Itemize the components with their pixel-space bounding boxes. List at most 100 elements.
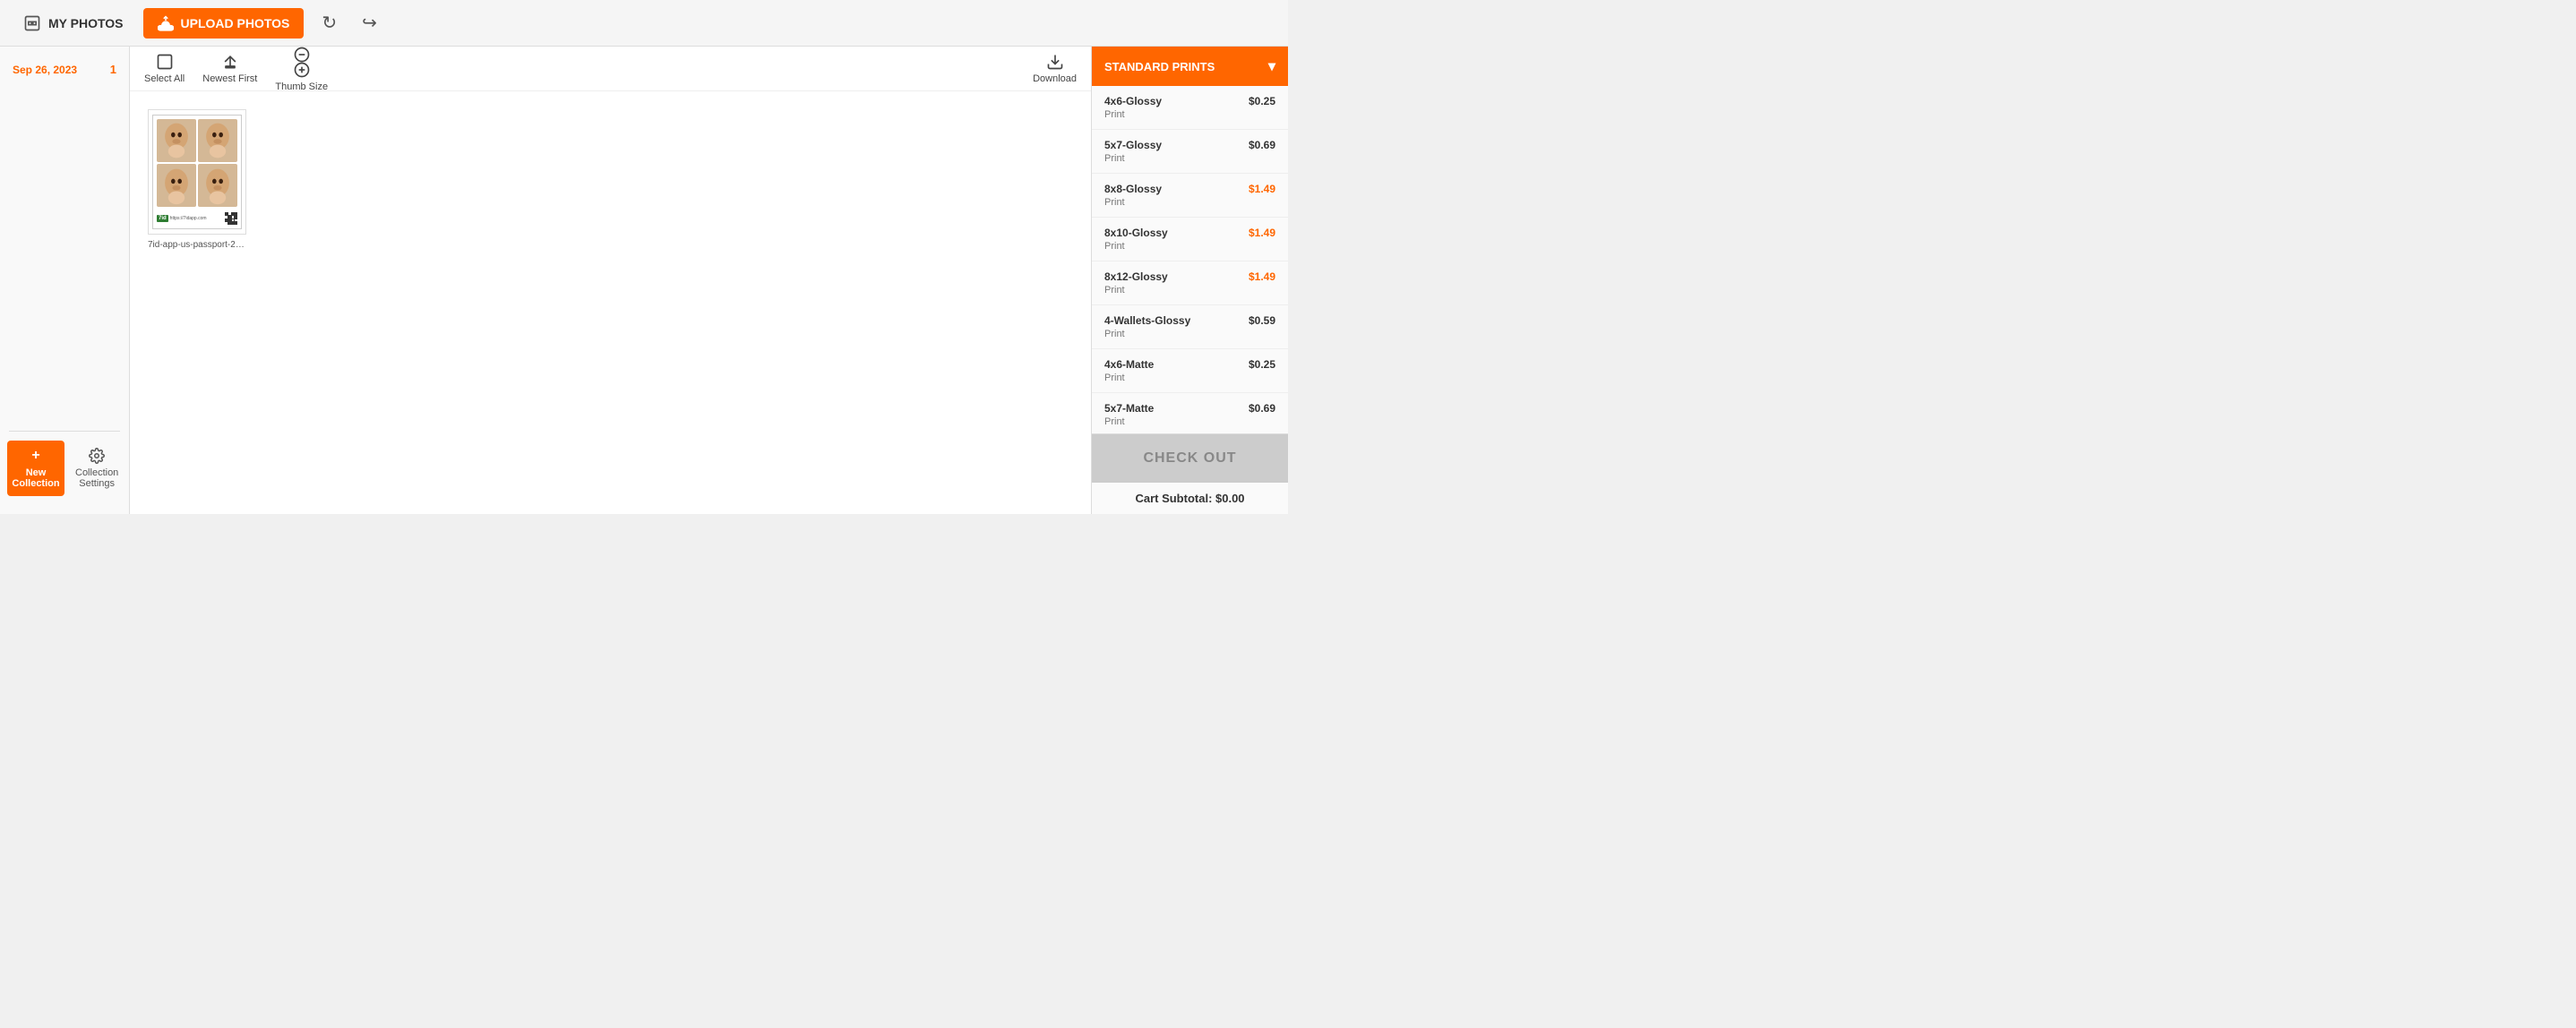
main-area: Sep 26, 2023 1 + New Collection Collecti…: [0, 47, 1288, 514]
collection-settings-button[interactable]: Collection Settings: [68, 442, 125, 494]
print-type: Print: [1104, 153, 1162, 164]
plus-icon: +: [31, 448, 39, 464]
print-type: Print: [1104, 329, 1190, 339]
new-collection-button[interactable]: + New Collection: [7, 441, 64, 496]
sidebar-spacer: [0, 83, 129, 431]
print-info: 8x12-Glossy Print: [1104, 270, 1168, 296]
thumb-size-plus-icon: [293, 61, 311, 79]
print-info: 5x7-Glossy Print: [1104, 139, 1162, 164]
print-item[interactable]: 4-Wallets-Glossy Print $0.59: [1092, 305, 1288, 349]
print-item[interactable]: 4x6-Matte Print $0.25: [1092, 349, 1288, 393]
print-price: $0.25: [1249, 358, 1275, 371]
thumb-size-button[interactable]: Thumb Size: [275, 47, 328, 92]
photo-filename: 7id-app-us-passport-2023-09...: [148, 240, 246, 250]
refresh-icon: ↻: [322, 13, 337, 33]
my-photos-button[interactable]: MY PHOTOS: [14, 9, 133, 38]
print-price: $0.25: [1249, 95, 1275, 107]
print-name: 8x10-Glossy: [1104, 227, 1168, 239]
newest-first-button[interactable]: Newest First: [202, 53, 257, 84]
newest-first-label: Newest First: [202, 73, 257, 84]
print-price: $1.49: [1249, 227, 1275, 239]
date-entry: Sep 26, 2023 1: [0, 56, 129, 83]
print-name: 4x6-Matte: [1104, 358, 1154, 371]
cart-subtotal: Cart Subtotal: $0.00: [1092, 483, 1288, 514]
print-type: Print: [1104, 285, 1168, 296]
sort-icon: [221, 53, 239, 71]
print-name: 5x7-Glossy: [1104, 139, 1162, 151]
passport-mock: 7id https://7idapp.com: [152, 115, 242, 229]
standard-prints-button[interactable]: STANDARD PRINTS ▾: [1092, 47, 1288, 86]
baby-face-4: [198, 164, 237, 207]
baby-face-2: [198, 119, 237, 162]
top-bar: MY PHOTOS UPLOAD PHOTOS ↻ ↪: [0, 0, 1288, 47]
print-info: 8x10-Glossy Print: [1104, 227, 1168, 252]
print-price: $0.69: [1249, 139, 1275, 151]
my-photos-label: MY PHOTOS: [48, 16, 124, 30]
date-label: Sep 26, 2023: [13, 64, 77, 76]
passport-footer: 7id https://7idapp.com: [157, 210, 237, 227]
sidebar-actions: + New Collection Collection Settings: [0, 432, 129, 505]
refresh-button[interactable]: ↻: [314, 8, 344, 38]
print-price: $0.69: [1249, 402, 1275, 415]
photos-grid: 7id https://7idapp.com 7id-app: [130, 91, 1091, 514]
baby-face-svg-2: [201, 120, 235, 161]
upload-photos-button[interactable]: UPLOAD PHOTOS: [143, 8, 305, 39]
checkout-button[interactable]: CHECK OUT: [1092, 434, 1288, 483]
print-item[interactable]: 5x7-Glossy Print $0.69: [1092, 130, 1288, 174]
left-sidebar: Sep 26, 2023 1 + New Collection Collecti…: [0, 47, 130, 514]
print-name: 8x12-Glossy: [1104, 270, 1168, 283]
print-info: 4x6-Glossy Print: [1104, 95, 1162, 120]
select-all-button[interactable]: Select All: [144, 53, 185, 84]
print-name: 8x8-Glossy: [1104, 183, 1162, 195]
print-name: 4-Wallets-Glossy: [1104, 314, 1190, 327]
content-area: Select All Newest First T: [130, 47, 1091, 514]
print-price: $1.49: [1249, 183, 1275, 195]
date-count: 1: [110, 63, 116, 76]
print-item[interactable]: 4x6-Glossy Print $0.25: [1092, 86, 1288, 130]
print-item[interactable]: 8x12-Glossy Print $1.49: [1092, 261, 1288, 305]
chevron-down-icon: ▾: [1268, 57, 1275, 75]
gear-icon: [89, 448, 105, 464]
download-button[interactable]: Download: [1033, 53, 1077, 84]
upload-photos-label: UPLOAD PHOTOS: [181, 16, 290, 30]
print-item[interactable]: 8x8-Glossy Print $1.49: [1092, 174, 1288, 218]
baby-face-3: [157, 164, 196, 207]
print-item[interactable]: 8x10-Glossy Print $1.49: [1092, 218, 1288, 261]
print-type: Print: [1104, 373, 1154, 383]
baby-face-svg-4: [201, 165, 235, 206]
print-type: Print: [1104, 416, 1154, 427]
home-icon: [23, 14, 41, 32]
thumb-size-label: Thumb Size: [275, 81, 328, 92]
upload-cloud-icon: [158, 15, 174, 31]
checkbox-icon: [156, 53, 174, 71]
print-price: $0.59: [1249, 314, 1275, 327]
print-type: Print: [1104, 241, 1168, 252]
toolbar: Select All Newest First T: [130, 47, 1091, 91]
photo-item[interactable]: 7id https://7idapp.com 7id-app: [148, 109, 246, 250]
standard-prints-label: STANDARD PRINTS: [1104, 60, 1215, 73]
new-collection-label: New Collection: [12, 467, 59, 489]
baby-face-svg-3: [159, 165, 193, 206]
print-price: $1.49: [1249, 270, 1275, 283]
download-label: Download: [1033, 73, 1077, 84]
download-icon: [1046, 53, 1064, 71]
print-info: 5x7-Matte Print: [1104, 402, 1154, 427]
print-item[interactable]: 5x7-Matte Print $0.69: [1092, 393, 1288, 433]
baby-face-svg-1: [159, 120, 193, 161]
prints-list: 4x6-Glossy Print $0.25 5x7-Glossy Print …: [1092, 86, 1288, 433]
collection-settings-label: Collection Settings: [75, 467, 118, 489]
photo-thumbnail[interactable]: 7id https://7idapp.com: [148, 109, 246, 235]
print-info: 8x8-Glossy Print: [1104, 183, 1162, 208]
baby-face-1: [157, 119, 196, 162]
print-info: 4x6-Matte Print: [1104, 358, 1154, 383]
share-icon: ↪: [362, 13, 377, 33]
print-type: Print: [1104, 109, 1162, 120]
print-name: 5x7-Matte: [1104, 402, 1154, 415]
right-panel: STANDARD PRINTS ▾ 4x6-Glossy Print $0.25…: [1091, 47, 1288, 514]
select-all-label: Select All: [144, 73, 185, 84]
checkout-section: CHECK OUT Cart Subtotal: $0.00: [1092, 433, 1288, 514]
print-name: 4x6-Glossy: [1104, 95, 1162, 107]
print-info: 4-Wallets-Glossy Print: [1104, 314, 1190, 339]
share-button[interactable]: ↪: [355, 8, 384, 38]
qr-code: [225, 212, 237, 225]
